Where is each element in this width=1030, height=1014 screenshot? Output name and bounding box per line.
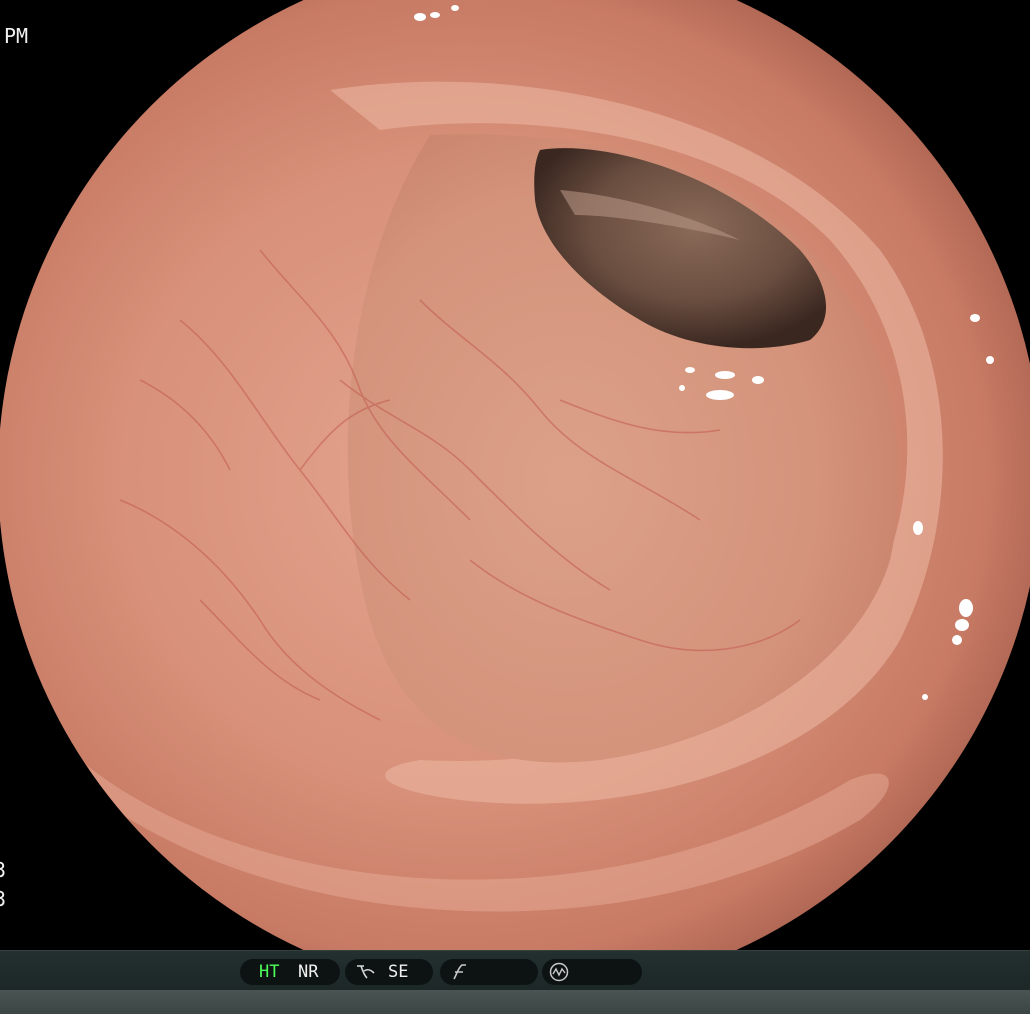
processor-status-bar: HT NR SE (0, 950, 1030, 991)
left-edge-digit: 3 (0, 887, 7, 911)
ht-nr-indicator: HT NR (240, 959, 340, 985)
se-label: SE (388, 962, 409, 982)
se-indicator: SE (345, 959, 433, 985)
mucosa-view (0, 0, 1030, 950)
bottom-strip (0, 990, 1030, 1014)
structure-enhancement-icon (357, 965, 375, 979)
waveform-icon (549, 962, 569, 982)
function-indicator (440, 959, 538, 985)
time-suffix-label: PM (4, 24, 29, 48)
endoscope-frame: PM 3 3 HT NR SE (0, 0, 1030, 1014)
function-icon (453, 964, 466, 980)
ht-label: HT (259, 962, 280, 982)
left-edge-digit: 3 (0, 858, 7, 882)
waveform-indicator (542, 959, 642, 985)
nr-label: NR (298, 962, 319, 982)
endoscopic-image (0, 0, 1030, 950)
